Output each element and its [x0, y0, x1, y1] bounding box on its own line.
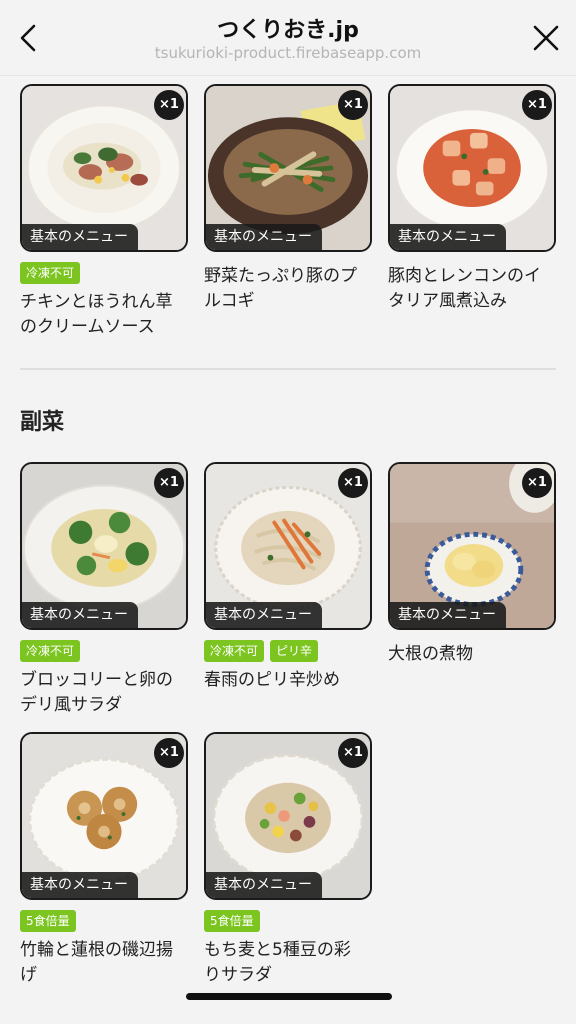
tag-list: 5食倍量	[204, 910, 372, 932]
dish-photo: ×1 基本のメニュー	[388, 84, 556, 252]
tag-badge: 冷凍不可	[20, 640, 81, 662]
dish-name-line: デリ風サラダ	[20, 695, 122, 715]
dish-name: 野菜たっぷり豚のプ ルコギ	[204, 264, 372, 314]
quantity-badge: ×1	[338, 738, 368, 768]
menu-card[interactable]: ×1 基本のメニュー 冷凍不可 ブロッコリーと卵の デリ風サラダ	[20, 462, 188, 718]
menu-type-label: 基本のメニュー	[206, 602, 322, 628]
quantity-badge: ×1	[154, 468, 184, 498]
dish-name-line: ルコギ	[204, 291, 255, 311]
home-indicator[interactable]	[186, 993, 392, 1000]
tag-list: 冷凍不可 ピリ辛	[204, 640, 372, 662]
dish-name-line: 豚肉とレンコンのイ	[388, 266, 541, 286]
dish-name-line: チキンとほうれん草	[20, 292, 173, 312]
tag-badge: 5食倍量	[204, 910, 260, 932]
dish-name-line: りサラダ	[204, 965, 272, 985]
menu-card[interactable]: ×1 基本のメニュー 大根の煮物	[388, 462, 556, 667]
menu-type-label: 基本のメニュー	[390, 224, 506, 250]
dish-name-line: ブロッコリーと卵の	[20, 670, 173, 690]
dish-name-line: タリア風煮込み	[388, 291, 507, 311]
dish-name-line: 大根の煮物	[388, 644, 473, 664]
dish-name: 春雨のピリ辛炒め	[204, 668, 372, 693]
dish-photo: ×1 基本のメニュー	[20, 462, 188, 630]
tag-list: 冷凍不可	[20, 262, 188, 284]
tag-list: 5食倍量	[20, 910, 188, 932]
menu-type-label: 基本のメニュー	[22, 602, 138, 628]
dish-name: もち麦と5種豆の彩 りサラダ	[204, 938, 372, 988]
tag-badge: 冷凍不可	[20, 262, 81, 284]
menu-type-label: 基本のメニュー	[206, 872, 322, 898]
tag-badge: 5食倍量	[20, 910, 76, 932]
dish-name-line: のクリームソース	[20, 317, 155, 337]
menu-card[interactable]: ×1 基本のメニュー 冷凍不可 チキンとほうれん草 のクリームソース	[20, 84, 188, 340]
dish-photo: ×1 基本のメニュー	[388, 462, 556, 630]
dish-photo: ×1 基本のメニュー	[204, 732, 372, 900]
menu-card[interactable]: ×1 基本のメニュー 冷凍不可 ピリ辛 春雨のピリ辛炒め	[204, 462, 372, 693]
quantity-badge: ×1	[154, 738, 184, 768]
menu-card[interactable]: ×1 基本のメニュー 5食倍量 もち麦と5種豆の彩 りサラダ	[204, 732, 372, 988]
quantity-badge: ×1	[338, 90, 368, 120]
menu-type-label: 基本のメニュー	[22, 224, 138, 250]
dish-photo: ×1 基本のメニュー	[20, 84, 188, 252]
tag-list: 冷凍不可	[20, 640, 188, 662]
dish-name: 大根の煮物	[388, 642, 556, 667]
tag-badge: ピリ辛	[270, 640, 319, 662]
dish-name: 竹輪と蓮根の磯辺揚 げ	[20, 938, 188, 988]
page-url: tsukurioki-product.firebaseapp.com	[154, 44, 422, 62]
browser-header: つくりおき.jp tsukurioki-product.firebaseapp.…	[0, 0, 576, 76]
dish-name-line: 野菜たっぷり豚のプ	[204, 266, 357, 286]
dish-name-line: 春雨のピリ辛炒め	[204, 670, 340, 690]
quantity-badge: ×1	[154, 90, 184, 120]
menu-card[interactable]: ×1 基本のメニュー 野菜たっぷり豚のプ ルコギ	[204, 84, 372, 314]
menu-type-label: 基本のメニュー	[390, 602, 506, 628]
dish-photo: ×1 基本のメニュー	[20, 732, 188, 900]
dish-name: 豚肉とレンコンのイ タリア風煮込み	[388, 264, 556, 314]
dish-photo: ×1 基本のメニュー	[204, 84, 372, 252]
quantity-badge: ×1	[522, 90, 552, 120]
menu-type-label: 基本のメニュー	[22, 872, 138, 898]
dish-name-line: げ	[20, 965, 37, 985]
menu-card[interactable]: ×1 基本のメニュー 豚肉とレンコンのイ タリア風煮込み	[388, 84, 556, 314]
dish-name-line: もち麦と5種豆の彩	[204, 940, 351, 960]
menu-card[interactable]: ×1 基本のメニュー 5食倍量 竹輪と蓮根の磯辺揚 げ	[20, 732, 188, 988]
dish-name: ブロッコリーと卵の デリ風サラダ	[20, 668, 188, 718]
quantity-badge: ×1	[522, 468, 552, 498]
page-title: つくりおき.jp	[217, 18, 359, 43]
section-divider	[20, 368, 556, 370]
menu-list: ×1 基本のメニュー 冷凍不可 チキンとほうれん草 のクリームソース ×1 基本…	[0, 76, 576, 1024]
tag-badge: 冷凍不可	[204, 640, 265, 662]
section-title: 副菜	[20, 410, 65, 435]
dish-name-line: 竹輪と蓮根の磯辺揚	[20, 940, 173, 960]
close-icon[interactable]	[526, 18, 566, 58]
dish-name: チキンとほうれん草 のクリームソース	[20, 290, 188, 340]
menu-type-label: 基本のメニュー	[206, 224, 322, 250]
dish-photo: ×1 基本のメニュー	[204, 462, 372, 630]
quantity-badge: ×1	[338, 468, 368, 498]
